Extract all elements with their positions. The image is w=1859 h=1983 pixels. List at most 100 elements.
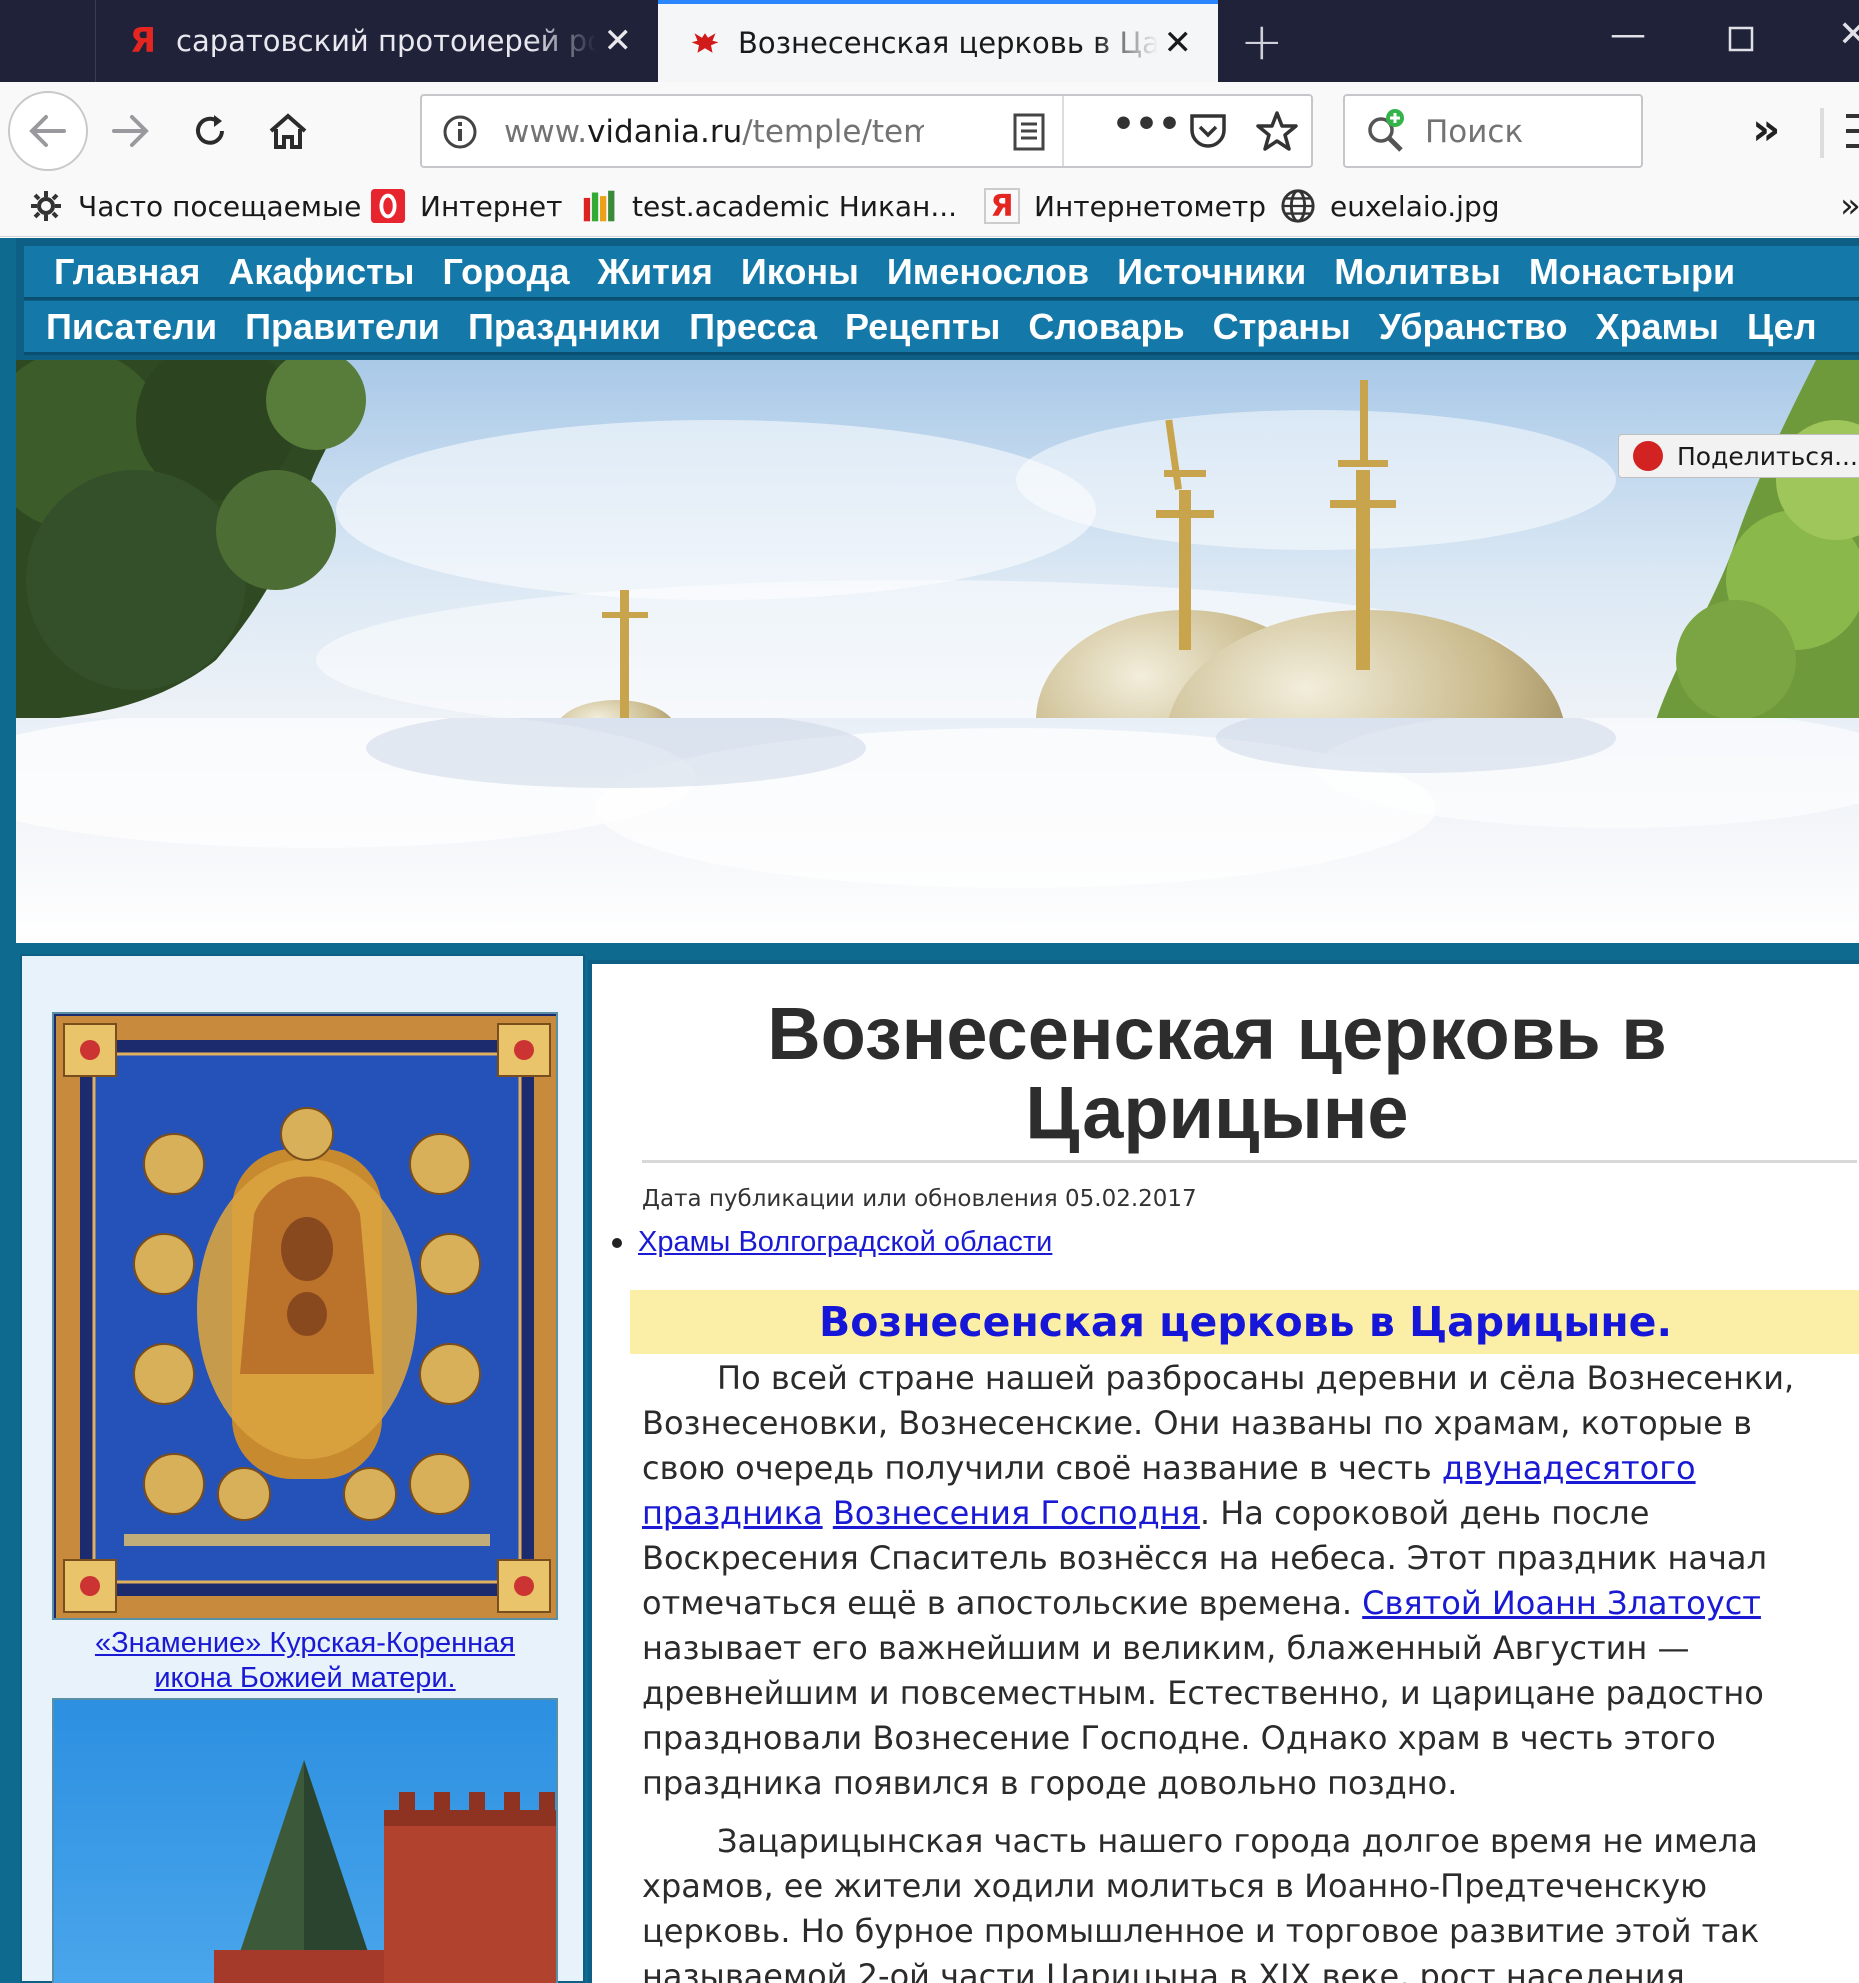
books-icon xyxy=(582,188,618,224)
nav-link-istochniki[interactable]: Источники xyxy=(1117,251,1306,293)
reload-button[interactable] xyxy=(180,82,240,180)
info-icon[interactable] xyxy=(442,114,478,154)
back-button[interactable] xyxy=(6,82,90,180)
article-paragraph-2: Зацарицынская часть нашего города долгое… xyxy=(642,1822,1760,1983)
nav-link-molitvy[interactable]: Молитвы xyxy=(1334,251,1501,293)
address-bar[interactable]: www.vidania.ru/temple/tem ••• xyxy=(420,94,1313,168)
nav-link-cel[interactable]: Цел xyxy=(1747,306,1817,348)
overflow-chevron-icon[interactable]: » xyxy=(1752,104,1780,155)
nav-link-ubranstvo[interactable]: Убранство xyxy=(1379,306,1568,348)
nav-link-prazdniki[interactable]: Праздники xyxy=(468,306,661,348)
nav-link-imenoslov[interactable]: Именослов xyxy=(887,251,1089,293)
nav-link-praviteli[interactable]: Правители xyxy=(245,306,440,348)
link-ioann-zlatoust[interactable]: Святой Иоанн Златоуст xyxy=(1362,1584,1761,1622)
maximize-icon[interactable] xyxy=(1728,20,1754,61)
bullet-icon xyxy=(612,1237,622,1248)
banner-clouds xyxy=(16,718,1859,943)
nav-link-slovar[interactable]: Словарь xyxy=(1028,306,1184,348)
reader-view-icon[interactable] xyxy=(1012,112,1046,156)
reload-icon xyxy=(196,115,224,145)
menu-divider xyxy=(1820,108,1824,158)
tab-saratov[interactable]: Я саратовский протоиерей росс ✕ xyxy=(95,0,658,82)
nav-link-recepty[interactable]: Рецепты xyxy=(845,306,1000,348)
article-heading: Вознесенская церковь в Царицыне. xyxy=(630,1290,1859,1354)
bookmark-euxelaio[interactable]: euxelaio.jpg xyxy=(1280,188,1500,224)
banner-image xyxy=(16,360,1859,720)
sidebar: «Знамение» Курская-Коренная икона Божией … xyxy=(20,954,585,1983)
share-button[interactable]: Поделиться... xyxy=(1618,434,1859,478)
tab-voznesenskaya[interactable]: Вознесенская церковь в Цари ✕ xyxy=(658,0,1218,82)
bookmark-internetometr[interactable]: Я Интернетометр xyxy=(984,188,1266,224)
bookmark-label: Интернет xyxy=(420,189,563,223)
opera-icon xyxy=(370,188,406,224)
kursk-icon-image[interactable] xyxy=(52,1012,558,1620)
nav-link-akafisty[interactable]: Акафисты xyxy=(228,251,414,293)
url-prefix: www. xyxy=(504,114,588,150)
article-paragraph-1: По всей стране нашей разбросаны деревни … xyxy=(642,1356,1842,1806)
bookmark-label: euxelaio.jpg xyxy=(1330,189,1500,223)
bookmarks-overflow-icon[interactable]: » xyxy=(1840,186,1859,226)
home-button[interactable] xyxy=(258,82,318,180)
tab-strip: Я саратовский протоиерей росс ✕ Вознесен… xyxy=(0,0,1859,82)
title-divider xyxy=(642,1160,1857,1163)
star-icon[interactable] xyxy=(1256,110,1298,156)
link-voznesenie-gospodne[interactable]: Вознесения Господня xyxy=(833,1494,1200,1532)
tab-title: Вознесенская церковь в Цари xyxy=(738,26,1158,60)
icon-caption-line1: «Знамение» Курская-Коренная xyxy=(94,1627,516,1659)
bookmark-label: test.academic Никан... xyxy=(632,189,958,223)
eagle-icon xyxy=(690,25,720,61)
main-content: Вознесенская церковь в Царицыне Дата пуб… xyxy=(588,960,1859,1983)
close-icon[interactable]: ✕ xyxy=(1164,23,1193,63)
publication-date: Дата публикации или обновления 05.02.201… xyxy=(642,1186,1197,1212)
bookmark-label: Часто посещаемые xyxy=(78,189,362,223)
icon-caption: «Знамение» Курская-Коренная икона Божией … xyxy=(52,1626,558,1696)
web-page: Главная Акафисты Города Жития Иконы Имен… xyxy=(0,238,1859,1983)
gear-icon xyxy=(28,188,64,224)
nav-link-pressa[interactable]: Пресса xyxy=(689,306,817,348)
url-domain: vidania.ru xyxy=(587,114,743,150)
header-banner: Поделиться... xyxy=(16,360,1859,943)
speaker-icon xyxy=(1633,441,1663,471)
search-bar[interactable]: Поиск xyxy=(1343,94,1643,168)
home-icon xyxy=(269,113,307,149)
bookmark-frequent[interactable]: Часто посещаемые xyxy=(28,188,361,224)
kremlin-tower-image[interactable] xyxy=(52,1698,558,1983)
nav-link-glavnaya[interactable]: Главная xyxy=(54,251,200,293)
nav-link-strany[interactable]: Страны xyxy=(1213,306,1351,348)
bookmark-label: Интернетометр xyxy=(1034,189,1266,223)
forward-arrow-icon xyxy=(112,115,149,147)
bookmarks-toolbar: Часто посещаемые Интернет test.academic … xyxy=(0,180,1859,237)
close-icon[interactable]: ✕ xyxy=(604,21,633,61)
new-tab-icon[interactable]: + xyxy=(1240,12,1284,72)
share-label: Поделиться... xyxy=(1677,441,1858,471)
url-text[interactable]: www.vidania.ru/temple/tem xyxy=(504,114,924,150)
search-icon xyxy=(1363,108,1411,160)
icon-caption-link[interactable]: «Знамение» Курская-Коренная икона Божией … xyxy=(95,1627,515,1694)
yandex-icon: Я xyxy=(984,188,1020,224)
close-window-icon[interactable]: ✕ xyxy=(1838,14,1859,55)
nav-row-1: Главная Акафисты Города Жития Иконы Имен… xyxy=(24,246,1859,300)
hamburger-menu-icon[interactable] xyxy=(1846,112,1859,154)
navigation-toolbar: www.vidania.ru/temple/tem ••• Поиск » xyxy=(0,82,1859,180)
list-item: Храмы Волгоградской области xyxy=(612,1226,1052,1259)
pocket-icon[interactable] xyxy=(1188,112,1228,154)
url-divider xyxy=(1062,96,1064,166)
tab-title: саратовский протоиерей росс xyxy=(176,24,596,58)
nav-link-zhitiya[interactable]: Жития xyxy=(597,251,712,293)
bookmark-internet[interactable]: Интернет xyxy=(370,188,562,224)
minimize-icon[interactable]: — xyxy=(1610,14,1646,55)
nav-link-hramy[interactable]: Храмы xyxy=(1596,306,1719,348)
nav-link-ikony[interactable]: Иконы xyxy=(741,251,859,293)
page-actions-icon[interactable]: ••• xyxy=(1112,104,1181,145)
nav-row-2: Писатели Правители Праздники Пресса Реце… xyxy=(24,301,1859,355)
page-title: Вознесенская церковь в Царицыне xyxy=(767,992,1667,1154)
bookmark-academic[interactable]: test.academic Никан... xyxy=(582,188,957,224)
forward-button[interactable] xyxy=(100,82,160,180)
nav-link-pisateli[interactable]: Писатели xyxy=(46,306,217,348)
url-path: /temple/tem xyxy=(742,114,924,150)
site-navigation: Главная Акафисты Города Жития Иконы Имен… xyxy=(16,238,1859,360)
nav-link-monastyri[interactable]: Монастыри xyxy=(1529,251,1735,293)
nav-link-goroda[interactable]: Города xyxy=(443,251,570,293)
back-arrow-icon xyxy=(8,91,88,171)
category-link[interactable]: Храмы Волгоградской области xyxy=(638,1226,1052,1259)
